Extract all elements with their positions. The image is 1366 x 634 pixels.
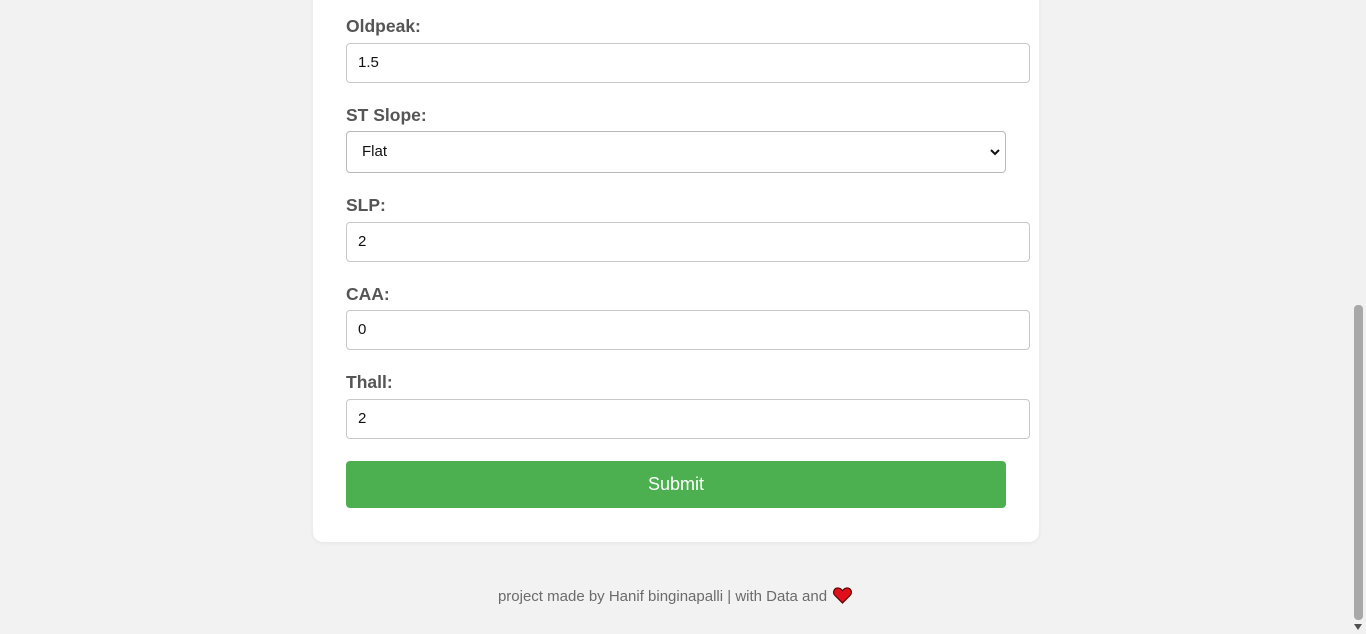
chevron-down-icon xyxy=(990,149,1000,156)
scroll-down-arrow-icon[interactable] xyxy=(1353,623,1363,631)
scrollbar-thumb[interactable] xyxy=(1354,305,1363,620)
heart-icon xyxy=(833,587,853,604)
oldpeak-input[interactable]: 1.5 xyxy=(346,43,1030,83)
st-slope-select[interactable]: Flat xyxy=(346,131,1006,173)
st-slope-label: ST Slope: xyxy=(346,105,427,125)
thall-label: Thall: xyxy=(346,372,393,392)
slp-input[interactable]: 2 xyxy=(346,222,1030,262)
thall-input[interactable]: 2 xyxy=(346,399,1030,439)
footer-text: project made by Hanif binginapalli | wit… xyxy=(497,588,828,605)
oldpeak-label: Oldpeak: xyxy=(346,16,421,36)
slp-label: SLP: xyxy=(346,195,386,215)
caa-input[interactable]: 0 xyxy=(346,310,1030,350)
footer: project made by Hanif binginapalli | wit… xyxy=(0,587,1350,607)
caa-label: CAA: xyxy=(346,284,390,304)
st-slope-selected-value: Flat xyxy=(362,143,388,160)
submit-button[interactable]: Submit xyxy=(346,461,1006,508)
